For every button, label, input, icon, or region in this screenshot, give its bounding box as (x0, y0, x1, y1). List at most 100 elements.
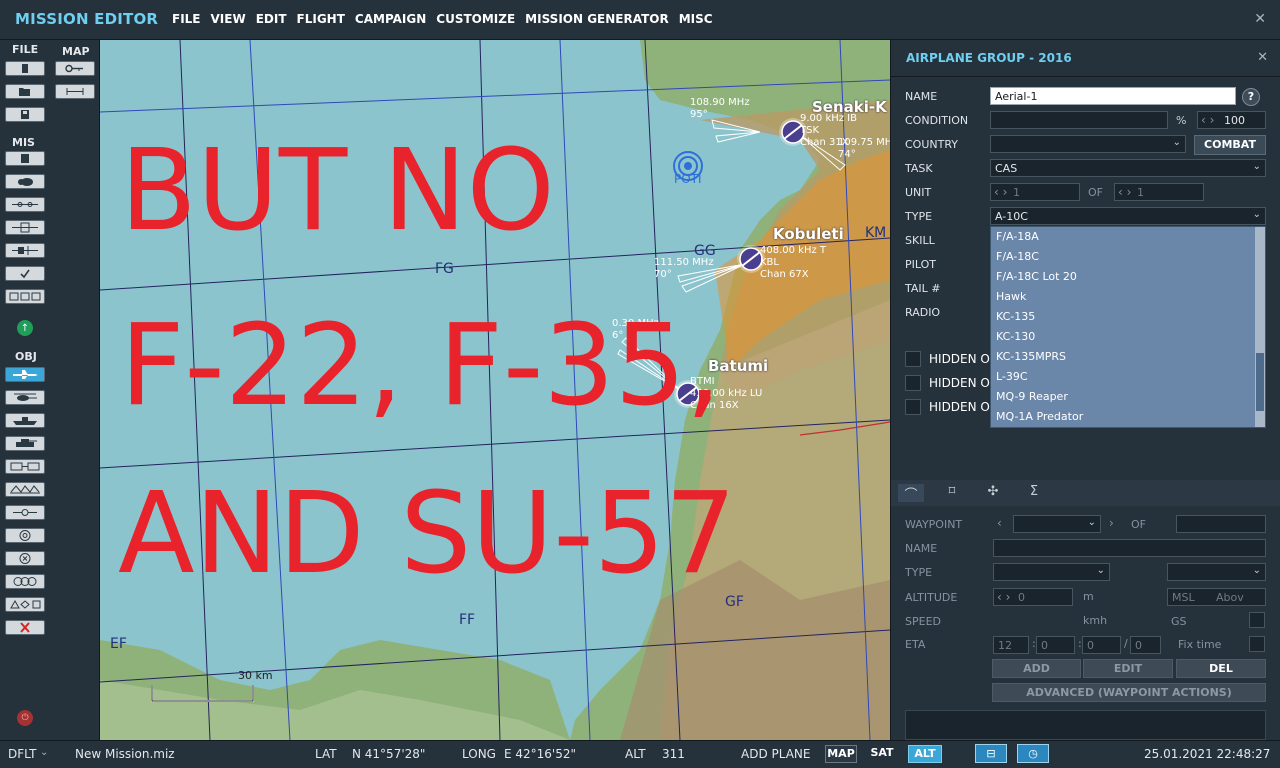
chevron-down-icon: ⌄ (1252, 565, 1261, 576)
advanced-waypoint-actions-button[interactable]: ADVANCED (WAYPOINT ACTIONS) (992, 683, 1266, 702)
stepper-arrows-icon[interactable]: ‹ › (1118, 185, 1131, 199)
type-option[interactable]: F/A-18C Lot 20 (991, 267, 1265, 287)
type-dropdown-list[interactable]: F/A-18A F/A-18C F/A-18C Lot 20 Hawk KC-1… (990, 226, 1266, 428)
wp-eta-minutes[interactable]: 0 (1036, 636, 1075, 654)
goals-icon[interactable] (5, 243, 45, 258)
menu-flight[interactable]: FLIGHT (297, 12, 345, 26)
vehicle-icon[interactable] (5, 436, 45, 451)
wp-gs-checkbox[interactable] (1249, 612, 1265, 628)
menu-customize[interactable]: CUSTOMIZE (436, 12, 515, 26)
chevron-left-icon[interactable]: ‹ (997, 516, 1002, 530)
menu-view[interactable]: VIEW (211, 12, 246, 26)
payload-icon[interactable]: ✣ (980, 484, 1006, 502)
city-batumi[interactable]: Batumi (708, 357, 768, 375)
help-icon[interactable]: ? (1242, 88, 1260, 106)
summary-icon[interactable]: Σ (1021, 484, 1047, 502)
groups-icon[interactable] (5, 289, 45, 304)
type-select[interactable]: A-10C ⌄ (990, 207, 1266, 225)
chevron-down-icon[interactable]: ⌄ (40, 747, 48, 758)
wp-type-select[interactable]: ⌄ (993, 563, 1110, 581)
exit-icon[interactable]: ⏻ (17, 710, 33, 726)
wp-fix-time-checkbox[interactable] (1249, 636, 1265, 652)
map-filter-icon[interactable]: ⊟ (975, 744, 1007, 763)
type-option[interactable]: F/A-18A (991, 227, 1265, 247)
country-select[interactable]: ⌄ (990, 135, 1186, 153)
type-option[interactable]: KC-135MPRS (991, 347, 1265, 367)
type-option[interactable]: KC-135 (991, 307, 1265, 327)
close-icon[interactable]: ✕ (1254, 11, 1266, 27)
menu-file[interactable]: FILE (172, 12, 201, 26)
template-icon[interactable] (5, 482, 45, 497)
open-folder-icon[interactable] (5, 84, 45, 99)
skill-label: SKILL (905, 234, 935, 247)
type-option[interactable]: MQ-9 Reaper (991, 387, 1265, 407)
dropdown-scrollbar[interactable] (1255, 227, 1265, 427)
type-option[interactable]: L-39C (991, 367, 1265, 387)
wp-name-field[interactable] (993, 539, 1266, 557)
hidden-on-map-checkbox[interactable] (905, 351, 921, 367)
airplane-icon[interactable] (5, 367, 45, 382)
hidden-on-mfd-checkbox[interactable] (905, 399, 921, 415)
close-icon[interactable]: ✕ (1257, 50, 1268, 65)
map-view[interactable]: FG GG KM FF GF EF POTI Senaki-K Kobuleti… (100, 40, 890, 740)
delete-waypoint-button[interactable]: DEL (1176, 659, 1266, 678)
name-field[interactable]: Aerial-1 (990, 87, 1236, 105)
task-select[interactable]: CAS ⌄ (990, 159, 1266, 177)
chevron-down-icon: ⌄ (1096, 565, 1105, 576)
wp-altitude-ref-select[interactable]: MSL Abov (1167, 588, 1266, 606)
static-object-icon[interactable] (5, 459, 45, 474)
briefing-icon[interactable] (5, 151, 45, 166)
type-option[interactable]: F/A-18C (991, 247, 1265, 267)
waypoint-actions-list[interactable] (905, 710, 1266, 740)
edit-waypoint-button[interactable]: EDIT (1083, 659, 1173, 678)
zone-icon[interactable] (5, 528, 45, 543)
stepper-arrows-icon[interactable]: ‹ › (994, 185, 1007, 199)
map-options-icon[interactable] (55, 61, 95, 76)
helicopter-icon[interactable] (5, 390, 45, 405)
chevron-right-icon[interactable]: › (1109, 516, 1114, 530)
delete-icon[interactable] (5, 620, 45, 635)
route-icon[interactable]: ⌒ (898, 484, 924, 503)
city-kobuleti[interactable]: Kobuleti (773, 225, 844, 243)
route-icon[interactable] (5, 505, 45, 520)
save-disk-icon[interactable] (5, 107, 45, 122)
add-waypoint-button[interactable]: ADD (992, 659, 1081, 678)
shapes-icon[interactable] (5, 597, 45, 612)
hidden-on-planner-checkbox[interactable] (905, 375, 921, 391)
map-mode-button[interactable]: MAP (825, 745, 857, 763)
wp-eta-seconds[interactable]: 0 (1082, 636, 1121, 654)
wp-eta-hours[interactable]: 12 (993, 636, 1029, 654)
menu-misc[interactable]: MISC (679, 12, 713, 26)
weather-icon[interactable] (5, 174, 45, 189)
stepper-arrows-icon[interactable]: ‹ › (997, 590, 1010, 604)
scrollbar-thumb[interactable] (1256, 353, 1264, 411)
ruler-icon[interactable] (55, 84, 95, 99)
wp-eta-day[interactable]: 0 (1130, 636, 1161, 654)
resources-icon[interactable] (5, 220, 45, 235)
waypoint-select[interactable]: ⌄ (1013, 515, 1101, 533)
unit-label: UNIT (905, 186, 932, 199)
target-icon[interactable] (5, 551, 45, 566)
menu-campaign[interactable]: CAMPAIGN (355, 12, 426, 26)
arrow-up-icon[interactable]: ↑ (17, 320, 33, 336)
type-option[interactable]: MQ-1A Predator (991, 407, 1265, 427)
type-option[interactable]: Hawk (991, 287, 1265, 307)
hidden-on-planner-label: HIDDEN ON (929, 376, 999, 390)
type-option[interactable]: KC-130 (991, 327, 1265, 347)
clock-icon[interactable]: ◷ (1017, 744, 1049, 763)
trigger-icon[interactable]: ⌑ (939, 484, 965, 502)
ship-icon[interactable] (5, 413, 45, 428)
stepper-arrows-icon[interactable]: ‹ › (1201, 113, 1214, 127)
condition-field[interactable] (990, 111, 1168, 129)
sat-mode-button[interactable]: SAT (866, 745, 898, 763)
new-file-icon[interactable] (5, 61, 45, 76)
layout-select[interactable]: DFLT (8, 747, 37, 761)
menu-edit[interactable]: EDIT (256, 12, 287, 26)
menu-mission-generator[interactable]: MISSION GENERATOR (525, 12, 669, 26)
alt-mode-button[interactable]: ALT (908, 745, 942, 763)
wp-action-select[interactable]: ⌄ (1167, 563, 1266, 581)
check-icon[interactable] (5, 266, 45, 281)
formation-icon[interactable] (5, 574, 45, 589)
combat-button[interactable]: COMBAT (1194, 135, 1266, 155)
triggers-icon[interactable] (5, 197, 45, 212)
